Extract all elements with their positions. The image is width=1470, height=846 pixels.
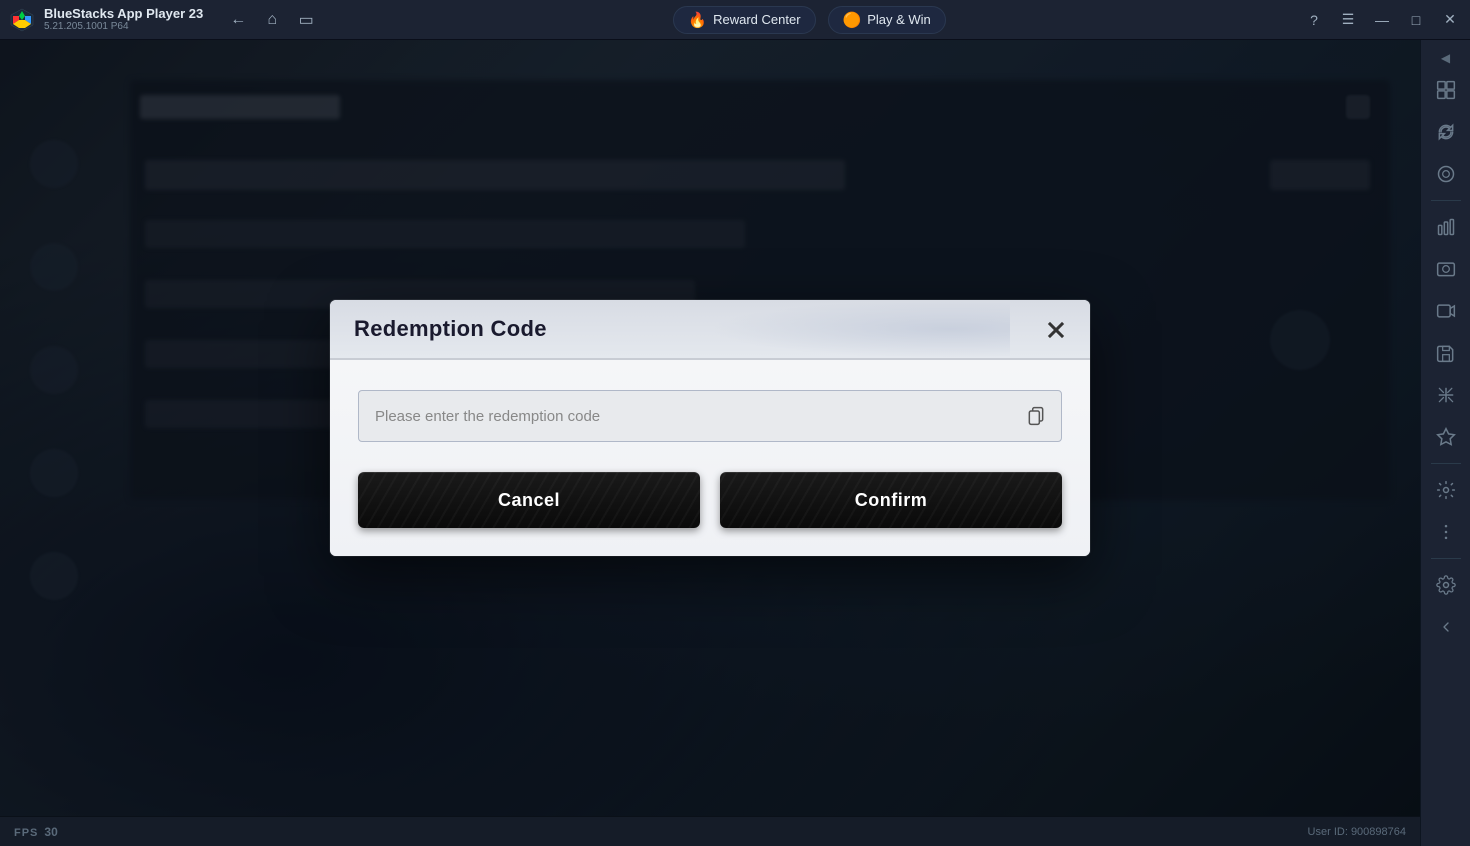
sidebar-divider-2 [1431, 463, 1461, 464]
minimize-button[interactable]: — [1366, 4, 1398, 36]
sidebar-icon-resize[interactable] [1427, 376, 1465, 414]
close-x-icon [1044, 318, 1068, 342]
sidebar-icon-save[interactable] [1427, 334, 1465, 372]
redemption-code-input[interactable] [358, 390, 1062, 442]
reward-center-button[interactable]: 🔥 Reward Center [673, 6, 815, 34]
app-title-block: BlueStacks App Player 23 5.21.205.1001 P… [44, 6, 203, 34]
code-input-wrapper [358, 390, 1062, 442]
flame-icon: 🔥 [688, 11, 707, 29]
statusbar: FPS 30 User ID: 900898764 [0, 816, 1420, 846]
close-button[interactable]: ✕ [1434, 4, 1466, 36]
sidebar-icon-arrow-left[interactable] [1427, 608, 1465, 646]
menu-button[interactable]: ☰ [1332, 4, 1364, 36]
modal-body: Cancel Confirm [330, 360, 1090, 556]
play-win-button[interactable]: 🟠 Play & Win [828, 6, 946, 34]
home-button[interactable]: ⌂ [257, 5, 287, 35]
bluestacks-logo [8, 6, 36, 34]
sidebar-collapse-button[interactable]: ◀ [1438, 50, 1454, 66]
fps-display: FPS 30 [14, 825, 58, 839]
titlebar-center: 🔥 Reward Center 🟠 Play & Win [673, 6, 945, 34]
cancel-button[interactable]: Cancel [358, 472, 700, 528]
sidebar-icon-gear[interactable] [1427, 566, 1465, 604]
modal-close-button[interactable] [1038, 312, 1074, 348]
reward-center-label: Reward Center [713, 12, 800, 27]
sidebar-icon-settings[interactable] [1427, 471, 1465, 509]
titlebar-right: ? ☰ — □ ✕ [1298, 4, 1470, 36]
sidebar-icon-realme[interactable] [1427, 155, 1465, 193]
sidebar-icon-favorite[interactable] [1427, 418, 1465, 456]
windows-button[interactable]: ▭ [291, 5, 321, 35]
game-area: Redemption Code [0, 40, 1420, 816]
modal-header: Redemption Code [330, 300, 1090, 360]
redemption-code-modal: Redemption Code [330, 300, 1090, 556]
sidebar-icon-more[interactable] [1427, 513, 1465, 551]
right-sidebar: ◀ [1420, 40, 1470, 846]
help-button[interactable]: ? [1298, 4, 1330, 36]
titlebar: BlueStacks App Player 23 5.21.205.1001 P… [0, 0, 1470, 40]
modal-title: Redemption Code [354, 316, 547, 342]
sidebar-divider-3 [1431, 558, 1461, 559]
sidebar-icon-screenshot[interactable] [1427, 250, 1465, 288]
titlebar-left: BlueStacks App Player 23 5.21.205.1001 P… [0, 5, 321, 35]
paste-icon-button[interactable] [1022, 402, 1050, 430]
coin-icon: 🟠 [843, 11, 862, 29]
sidebar-icon-leaderboard[interactable] [1427, 208, 1465, 246]
play-win-label: Play & Win [867, 12, 931, 27]
maximize-button[interactable]: □ [1400, 4, 1432, 36]
fps-label: FPS [14, 827, 38, 839]
sidebar-icon-multiinstance[interactable] [1427, 71, 1465, 109]
modal-overlay: Redemption Code [0, 40, 1420, 816]
confirm-button[interactable]: Confirm [720, 472, 1062, 528]
user-id-display: User ID: 900898764 [1308, 826, 1406, 838]
app-version: 5.21.205.1001 P64 [44, 21, 203, 33]
back-button[interactable]: ← [223, 5, 253, 35]
modal-buttons: Cancel Confirm [358, 472, 1062, 528]
sidebar-icon-sync[interactable] [1427, 113, 1465, 151]
titlebar-nav: ← ⌂ ▭ [223, 5, 321, 35]
sidebar-divider-1 [1431, 200, 1461, 201]
sidebar-icon-record[interactable] [1427, 292, 1465, 330]
fps-value: 30 [44, 825, 57, 839]
app-title: BlueStacks App Player 23 [44, 6, 203, 22]
